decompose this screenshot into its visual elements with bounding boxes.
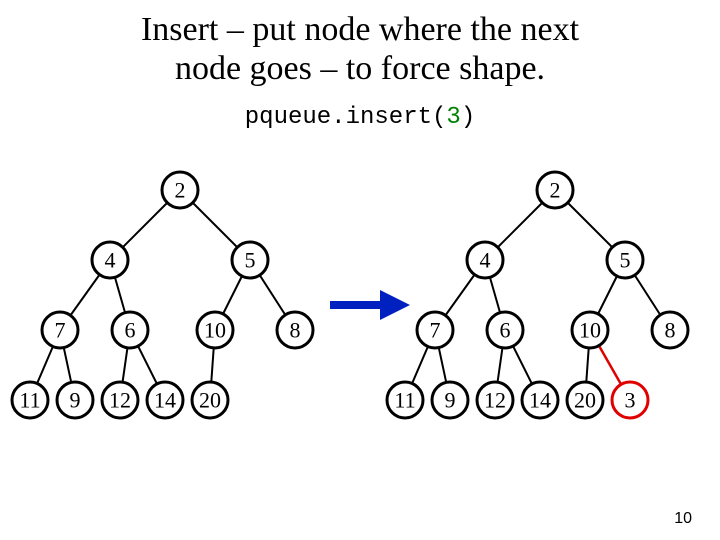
title-line-1: Insert – put node where the next: [141, 11, 579, 48]
code-call: pqueue.insert(3): [0, 104, 720, 131]
slide-number: 10: [674, 510, 692, 528]
tree-node: 20: [567, 382, 603, 418]
node-label: 8: [665, 318, 676, 343]
arrow-icon: [330, 290, 410, 320]
node-label: 9: [70, 388, 81, 413]
node-label: 6: [500, 318, 511, 343]
node-label: 20: [574, 388, 596, 413]
tree-node: 11: [387, 382, 423, 418]
node-label: 2: [175, 178, 186, 203]
node-label: 5: [620, 248, 631, 273]
tree-node: 12: [477, 382, 513, 418]
tree-node: 2: [537, 172, 573, 208]
node-label: 11: [19, 388, 40, 413]
node-label: 6: [125, 318, 136, 343]
tree-node: 7: [417, 312, 453, 348]
tree-node: 2: [162, 172, 198, 208]
node-label: 10: [579, 318, 601, 343]
code-prefix: pqueue.insert: [245, 104, 432, 131]
tree-node: 10: [197, 312, 233, 348]
node-label: 3: [625, 388, 636, 413]
node-label: 14: [529, 388, 551, 413]
tree-node: 9: [57, 382, 93, 418]
node-label: 8: [290, 318, 301, 343]
tree-node: 6: [487, 312, 523, 348]
close-paren: ): [461, 104, 475, 131]
node-label: 9: [445, 388, 456, 413]
tree-node: 10: [572, 312, 608, 348]
tree-node: 6: [112, 312, 148, 348]
tree-node: 5: [607, 242, 643, 278]
node-label: 11: [394, 388, 415, 413]
title-line-2: node goes – to force shape.: [175, 50, 545, 87]
slide-title: Insert – put node where the next node go…: [0, 10, 720, 88]
tree-node: 20: [192, 382, 228, 418]
node-label: 2: [550, 178, 561, 203]
tree-node: 14: [147, 382, 183, 418]
tree-node: 4: [467, 242, 503, 278]
node-label: 5: [245, 248, 256, 273]
tree-node: 14: [522, 382, 558, 418]
node-label: 10: [204, 318, 226, 343]
tree-node-inserted: 3: [612, 382, 648, 418]
tree-node: 8: [277, 312, 313, 348]
node-label: 4: [105, 248, 116, 273]
node-label: 14: [154, 388, 176, 413]
code-arg: 3: [446, 104, 460, 131]
node-label: 12: [109, 388, 131, 413]
open-paren: (: [432, 104, 446, 131]
tree-node: 7: [42, 312, 78, 348]
node-label: 7: [430, 318, 441, 343]
node-label: 7: [55, 318, 66, 343]
tree-node: 5: [232, 242, 268, 278]
node-label: 20: [199, 388, 221, 413]
tree-node: 8: [652, 312, 688, 348]
tree-node: 4: [92, 242, 128, 278]
node-label: 4: [480, 248, 491, 273]
trees-diagram: 2 4 5 7 6 10 8 11 9 12 14 20 2 4 5 7 6 1…: [0, 150, 720, 490]
node-label: 12: [484, 388, 506, 413]
tree-node: 12: [102, 382, 138, 418]
tree-node: 9: [432, 382, 468, 418]
tree-node: 11: [12, 382, 48, 418]
